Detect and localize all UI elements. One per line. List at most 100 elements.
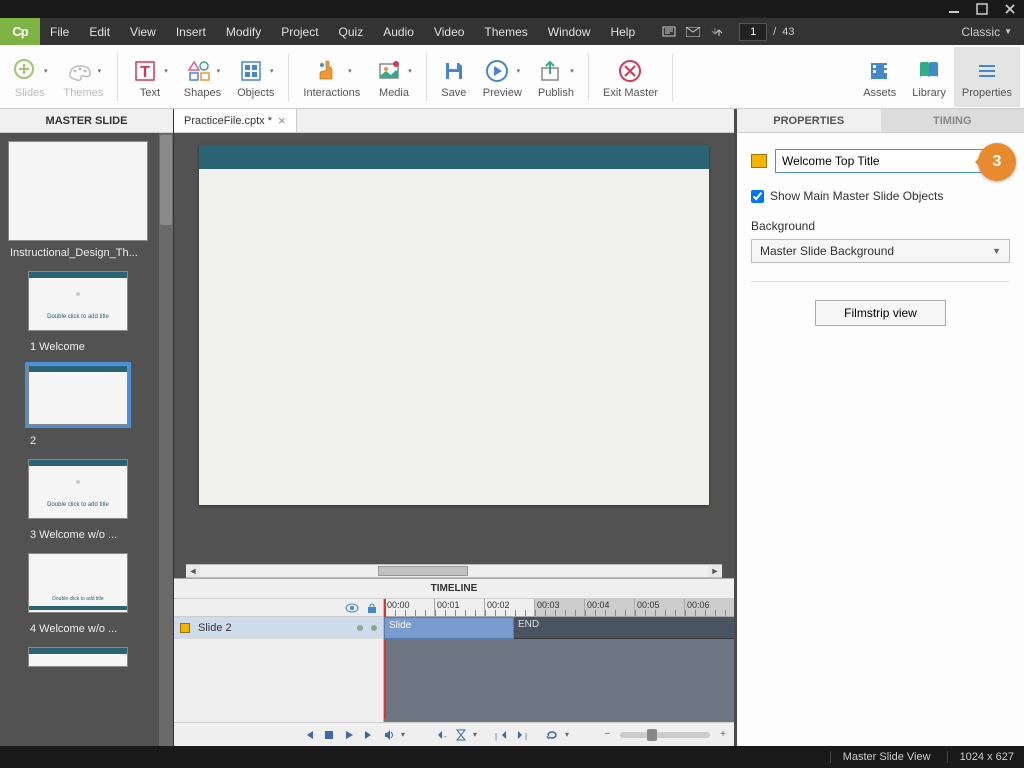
timeline-ruler[interactable]: 00:00 00:01 00:02 00:03 00:04 00:05 00:0…: [384, 599, 734, 617]
menu-edit[interactable]: Edit: [79, 18, 120, 45]
preview-button[interactable]: ▾ Preview: [475, 47, 530, 107]
library-button[interactable]: Library: [904, 47, 954, 107]
play-icon[interactable]: [341, 727, 357, 743]
master-slide-label: Instructional_Design_Th...: [8, 245, 148, 259]
layout-thumbnail-2[interactable]: [28, 365, 128, 425]
menu-audio[interactable]: Audio: [373, 18, 424, 45]
layout-thumbnail-3[interactable]: Double click to add title: [28, 459, 128, 519]
background-dropdown[interactable]: Master Slide Background ▼: [751, 239, 1010, 263]
menu-themes[interactable]: Themes: [474, 18, 537, 45]
skip-start-icon[interactable]: [301, 727, 317, 743]
slide-number-display: / 43: [729, 23, 804, 41]
timeline-end-region: END: [514, 617, 734, 639]
scroll-right-icon[interactable]: ►: [708, 564, 722, 578]
menu-help[interactable]: Help: [600, 18, 645, 45]
menu-window[interactable]: Window: [538, 18, 601, 45]
layout-label-4: 4 Welcome w/o ...: [28, 617, 128, 635]
media-button[interactable]: ▾ Media: [368, 47, 420, 107]
menu-file[interactable]: File: [40, 18, 79, 45]
hourglass-icon[interactable]: [453, 727, 469, 743]
layout-thumbnail-4[interactable]: Double click to add title: [28, 553, 128, 613]
timeline-clip[interactable]: Slide: [384, 617, 514, 639]
menu-quiz[interactable]: Quiz: [329, 18, 374, 45]
filmstrip-scrollbar[interactable]: [159, 133, 173, 746]
menubar: Cp File Edit View Insert Modify Project …: [0, 18, 1024, 45]
interactions-button[interactable]: ▾ Interactions: [295, 47, 368, 107]
master-slide-panel-header: MASTER SLIDE: [0, 109, 173, 133]
notifications-icon[interactable]: [657, 18, 681, 45]
loop-icon[interactable]: [545, 727, 561, 743]
exit-master-button[interactable]: Exit Master: [595, 47, 666, 107]
menu-project[interactable]: Project: [271, 18, 328, 45]
window-maximize-button[interactable]: [968, 1, 996, 17]
svg-text:|: |: [525, 732, 527, 741]
svg-text:-: -: [444, 732, 447, 741]
save-button[interactable]: Save: [433, 47, 475, 107]
menu-video[interactable]: Video: [424, 18, 474, 45]
workspace-selector[interactable]: Classic ▼: [949, 25, 1024, 39]
themes-button[interactable]: ▾ Themes: [56, 47, 112, 107]
sync-icon[interactable]: [705, 18, 729, 45]
text-button[interactable]: T▾ Text: [124, 47, 176, 107]
timeline-track-row[interactable]: Slide 2: [174, 617, 383, 639]
shapes-button[interactable]: ▾ Shapes: [176, 47, 229, 107]
stop-icon[interactable]: [321, 727, 337, 743]
mail-icon[interactable]: [681, 18, 705, 45]
properties-button[interactable]: Properties: [954, 47, 1020, 107]
timing-tab[interactable]: TIMING: [881, 109, 1024, 133]
dropdown-arrow-icon: ▼: [992, 246, 1001, 256]
master-slide-thumbnail[interactable]: [8, 141, 148, 241]
status-dimensions: 1024 x 627: [947, 751, 1014, 763]
filmstrip-view-button[interactable]: Filmstrip view: [815, 300, 946, 326]
lock-icon[interactable]: [367, 602, 377, 614]
timeline-header: TIMELINE: [174, 579, 734, 599]
properties-tab[interactable]: PROPERTIES: [737, 109, 881, 133]
svg-text:T: T: [140, 64, 150, 81]
track-name: Slide 2: [198, 622, 232, 634]
publish-button[interactable]: ▾ Publish: [530, 47, 582, 107]
document-tab[interactable]: PracticeFile.cptx * ×: [174, 109, 297, 132]
titlebar: [0, 0, 1024, 18]
timeline-tracks-area[interactable]: 00:00 00:01 00:02 00:03 00:04 00:05 00:0…: [384, 599, 734, 722]
show-main-master-checkbox[interactable]: [751, 190, 764, 203]
skip-end-icon[interactable]: [361, 727, 377, 743]
track-color-icon: [180, 623, 190, 633]
slide-top-bar: [199, 145, 709, 169]
zoom-out-icon[interactable]: −: [604, 729, 610, 740]
show-main-master-label: Show Main Master Slide Objects: [770, 189, 943, 203]
marker-next-icon[interactable]: |: [513, 727, 529, 743]
assets-button[interactable]: Assets: [855, 47, 904, 107]
timeline-zoom-slider[interactable]: [620, 732, 710, 738]
statusbar: Master Slide View 1024 x 627: [0, 746, 1024, 768]
slide-canvas[interactable]: [199, 145, 709, 505]
visibility-icon[interactable]: [345, 602, 359, 614]
audio-icon[interactable]: [381, 727, 397, 743]
menu-modify[interactable]: Modify: [216, 18, 271, 45]
toolbar-ribbon: ▾ Slides ▾ Themes T▾ Text ▾ Shapes ▾ Obj…: [0, 45, 1024, 109]
layout-thumbnail-5[interactable]: [28, 647, 128, 667]
menu-insert[interactable]: Insert: [166, 18, 216, 45]
svg-text:|: |: [495, 732, 497, 741]
slide-total: 43: [782, 26, 794, 38]
zoom-in-icon[interactable]: +: [720, 729, 726, 740]
canvas-horizontal-scrollbar[interactable]: ◄ ►: [186, 564, 722, 578]
scroll-left-icon[interactable]: ◄: [186, 564, 200, 578]
objects-button[interactable]: ▾ Objects: [229, 47, 282, 107]
step-callout: 3: [978, 143, 1016, 181]
document-tabbar: PracticeFile.cptx * ×: [174, 109, 734, 133]
slide-number-input[interactable]: [739, 23, 767, 41]
menu-view[interactable]: View: [120, 18, 166, 45]
marker-start-icon[interactable]: -: [433, 727, 449, 743]
close-tab-icon[interactable]: ×: [278, 113, 286, 128]
center-area: PracticeFile.cptx * × ◄ ► TIMELINE: [174, 109, 734, 746]
slide-separator: /: [773, 26, 776, 38]
slides-button[interactable]: ▾ Slides: [4, 47, 56, 107]
window-minimize-button[interactable]: [940, 1, 968, 17]
layout-label-1: 1 Welcome: [28, 335, 128, 353]
object-type-icon: [751, 154, 767, 168]
layout-thumbnail-1[interactable]: Double click to add title: [28, 271, 128, 331]
window-close-button[interactable]: [996, 1, 1024, 17]
background-label: Background: [751, 219, 1010, 233]
timeline-track-header: [174, 599, 383, 617]
marker-prev-icon[interactable]: |: [493, 727, 509, 743]
